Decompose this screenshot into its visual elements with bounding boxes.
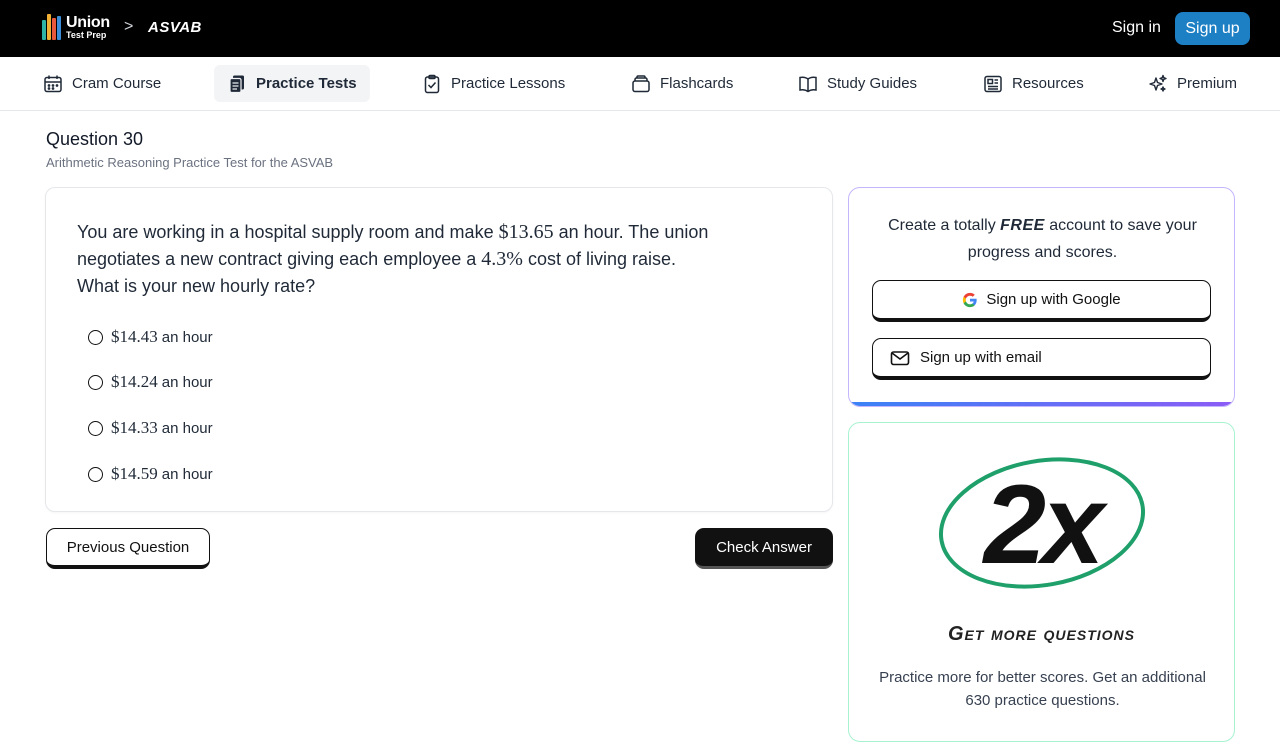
signup-text-before: Create a totally — [888, 217, 1001, 234]
documents-icon — [229, 75, 244, 93]
nav-study-guides[interactable]: Study Guides — [798, 65, 917, 102]
radio-button[interactable] — [88, 466, 103, 482]
logo-line-2: Test Prep — [66, 29, 107, 40]
option-amount: $14.33 — [111, 418, 158, 437]
sign-up-button[interactable]: Sign up — [1175, 12, 1250, 45]
radio-button[interactable] — [88, 374, 103, 390]
get-more-questions-card: 2x Get more questions Practice more for … — [848, 422, 1235, 742]
nav-practice-lessons-label: Practice Lessons — [451, 75, 566, 92]
clipboard-check-icon — [424, 74, 440, 93]
open-book-icon — [799, 76, 817, 92]
answer-option-2[interactable]: $14.24 an hour — [88, 370, 213, 394]
nav-practice-lessons[interactable]: Practice Lessons — [422, 65, 565, 102]
nav-resources[interactable]: Resources — [983, 65, 1084, 102]
flashcards-icon — [632, 74, 650, 92]
newspaper-icon — [984, 75, 1002, 92]
option-amount: $14.43 — [111, 327, 158, 346]
option-amount: $14.24 — [111, 372, 158, 391]
google-icon — [963, 292, 978, 307]
promo-title: Get more questions — [947, 623, 1135, 645]
nav-cram-course[interactable]: Cram Course — [43, 65, 161, 102]
top-bar: Union Test Prep > ASVAB Sign in Sign up — [0, 0, 1280, 57]
question-math-wage: $13.65 — [498, 221, 554, 243]
question-card: You are working in a hospital supply roo… — [45, 187, 833, 512]
signup-card-gradient-bar — [849, 402, 1234, 406]
logo-line-1: Union — [66, 13, 110, 31]
nav-resources-label: Resources — [1012, 75, 1084, 92]
radio-button[interactable] — [88, 420, 103, 436]
question-text-part-1: You are working in a hospital supply roo… — [77, 222, 499, 242]
2x-badge-text: 2x — [982, 462, 1109, 587]
question-text: You are working in a hospital supply roo… — [77, 219, 717, 300]
answer-option-3[interactable]: $14.33 an hour — [88, 416, 213, 440]
option-suffix: an hour — [161, 419, 213, 437]
nav-flashcards[interactable]: Flashcards — [631, 65, 733, 102]
option-suffix: an hour — [161, 328, 213, 346]
sign-up-email-button[interactable]: Sign up with email — [872, 338, 1211, 380]
nav-premium-label: Premium — [1177, 75, 1238, 92]
radio-button[interactable] — [88, 329, 103, 345]
question-math-percent: 4.3% — [481, 248, 523, 270]
breadcrumb-chevron-icon: > — [124, 18, 134, 35]
nav-flashcards-label: Flashcards — [660, 75, 734, 92]
question-subtitle: Arithmetic Reasoning Practice Test for t… — [46, 155, 334, 170]
signup-free-emphasis: FREE — [1000, 217, 1045, 234]
union-test-prep-logo[interactable]: Union Test Prep — [42, 14, 110, 40]
option-amount: $14.59 — [111, 464, 158, 483]
google-button-label: Sign up with Google — [986, 291, 1121, 308]
sign-in-link[interactable]: Sign in — [1112, 19, 1161, 37]
promo-text: Practice more for better scores. Get an … — [879, 669, 1206, 709]
option-suffix: an hour — [161, 465, 213, 483]
nav-study-guides-label: Study Guides — [827, 75, 918, 92]
breadcrumb-asvab[interactable]: ASVAB — [148, 19, 202, 36]
check-answer-button[interactable]: Check Answer — [695, 528, 833, 569]
envelope-icon — [890, 350, 910, 365]
nav-cram-course-label: Cram Course — [72, 75, 162, 92]
nav-practice-tests-label: Practice Tests — [256, 75, 357, 92]
sparkles-icon — [1149, 74, 1167, 92]
answer-option-4[interactable]: $14.59 an hour — [88, 462, 213, 486]
answer-option-1[interactable]: $14.43 an hour — [88, 325, 213, 349]
nav-premium[interactable]: Premium — [1148, 65, 1237, 102]
nav-practice-tests[interactable]: Practice Tests — [214, 65, 370, 102]
sign-up-google-button[interactable]: Sign up with Google — [872, 280, 1211, 322]
books-logo-icon — [42, 14, 62, 40]
question-title: Question 30 — [46, 129, 144, 149]
email-button-label: Sign up with email — [920, 349, 1042, 366]
signup-card: Create a totally FREE account to save yo… — [848, 187, 1235, 407]
calendar-icon — [44, 75, 62, 92]
main-nav: Cram Course Practice Tests Practice Less… — [0, 57, 1280, 111]
2x-badge-icon: 2x — [938, 457, 1146, 589]
previous-question-button[interactable]: Previous Question — [46, 528, 210, 569]
option-suffix: an hour — [161, 373, 213, 391]
signup-card-text: Create a totally FREE account to save yo… — [869, 212, 1216, 266]
